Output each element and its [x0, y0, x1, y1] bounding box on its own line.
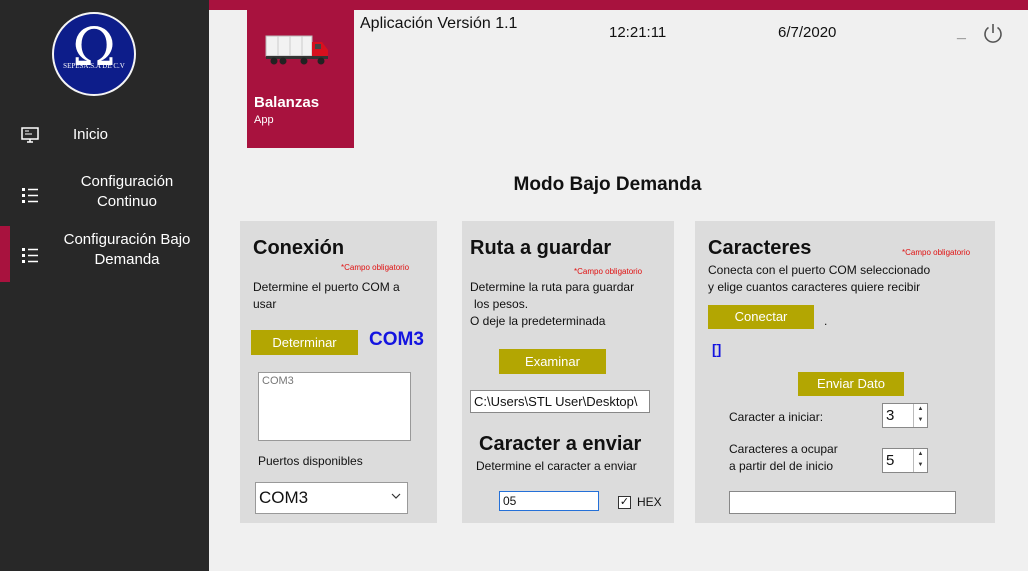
panel-caracteres: Caracteres *Campo obligatorio Conecta co… [695, 221, 995, 523]
hex-label: HEX [637, 495, 662, 509]
page-title: Modo Bajo Demanda [513, 174, 702, 195]
stepper-arrows[interactable]: ▲ ▼ [913, 404, 927, 427]
clock: 12:21:11 [609, 24, 667, 41]
company-logo: Ω SEPESA.S.A DE C.V [52, 12, 136, 96]
minimize-button[interactable]: _ [957, 24, 971, 44]
char-count-label-line: a partir del de inicio [729, 459, 834, 473]
list-icon [22, 248, 38, 263]
logo-text: SEPESA.S.A DE C.V [63, 62, 125, 70]
app-version: Aplicación Versión 1.1 [360, 15, 518, 32]
monitor-icon [21, 127, 39, 143]
app-subtitle: App [254, 114, 274, 126]
determinar-button[interactable]: Determinar [251, 330, 358, 355]
caracteres-description: Conecta con el puerto COM seleccionado y… [708, 262, 993, 296]
conectar-button[interactable]: Conectar [708, 305, 814, 329]
caracter-description: Determine el caracter a enviar [476, 459, 637, 473]
date: 6/7/2020 [778, 24, 837, 41]
enviar-dato-button[interactable]: Enviar Dato [798, 372, 904, 396]
conexion-description: Determine el puerto COM a usar [253, 280, 400, 311]
ports-label: Puertos disponibles [258, 454, 363, 468]
required-note: *Campo obligatorio [574, 267, 643, 276]
port-select[interactable]: COM3 [255, 482, 408, 514]
ruta-heading: Ruta a guardar [470, 237, 612, 259]
connection-status: . [824, 314, 828, 328]
com-port-indicator: COM3 [369, 329, 424, 350]
start-char-stepper[interactable]: 3 ▲ ▼ [882, 403, 928, 428]
ruta-description-line: los pesos. [474, 297, 529, 311]
sidebar-item-label: Inicio [73, 126, 109, 143]
char-count-label: Caracteres a ocupar a partir del de inic… [729, 441, 838, 475]
char-count-label-line: Caracteres a ocupar [729, 442, 838, 456]
conexion-heading: Conexión [253, 237, 345, 259]
required-note: *Campo obligatorio [341, 263, 410, 272]
received-value: [] [712, 341, 722, 357]
caracter-input[interactable]: 05 [499, 491, 599, 511]
list-item[interactable]: COM3 [262, 375, 407, 387]
panel-conexion: Conexión *Campo obligatorio Determine el… [240, 221, 437, 523]
sidebar-item-inicio[interactable]: Inicio [0, 122, 209, 152]
chevron-down-icon [391, 493, 401, 499]
caracteres-description-line: Conecta con el puerto COM seleccionado [708, 263, 931, 277]
required-note: *Campo obligatorio [902, 248, 971, 257]
app-tile: Balanzas App [247, 10, 354, 148]
app-name: Balanzas [254, 94, 320, 111]
start-char-value: 3 [886, 407, 895, 424]
sidebar-item-configuracion-bajo-demanda[interactable]: Configuración Bajo Demanda [0, 226, 209, 282]
caracteres-description-line: y elige cuantos caracteres quiere recibi… [708, 280, 921, 294]
sidebar-item-configuracion-continuo[interactable]: Configuración Continuo [0, 172, 209, 220]
ruta-description: Determine la ruta para guardar los pesos… [470, 279, 670, 330]
examinar-button[interactable]: Examinar [499, 349, 606, 374]
port-select-value: COM3 [259, 488, 309, 507]
sidebar-item-label: Configuración Continuo [80, 173, 174, 210]
sidebar: Ω SEPESA.S.A DE C.V Inicio Configuración… [0, 0, 209, 571]
char-count-value: 5 [886, 452, 895, 469]
stepper-arrows[interactable]: ▲ ▼ [913, 449, 927, 472]
top-accent-bar [209, 0, 1028, 10]
start-char-label: Caracter a iniciar: [729, 410, 824, 424]
char-count-stepper[interactable]: 5 ▲ ▼ [882, 448, 928, 473]
output-field[interactable] [729, 491, 956, 514]
ruta-description-line: O deje la predeterminada [470, 314, 606, 328]
panel-ruta: Ruta a guardar *Campo obligatorio Determ… [462, 221, 674, 523]
ruta-description-line: Determine la ruta para guardar [470, 280, 635, 294]
hex-checkbox[interactable]: ✓ [618, 496, 631, 509]
list-icon [22, 188, 38, 203]
active-indicator [0, 226, 10, 282]
sidebar-item-label: Configuración Bajo Demanda [63, 231, 191, 268]
caracter-heading: Caracter a enviar [479, 433, 642, 455]
path-input[interactable]: C:\Users\STL User\Desktop\ [470, 390, 650, 413]
power-icon[interactable] [982, 22, 1004, 44]
caracteres-heading: Caracteres [708, 237, 812, 259]
truck-icon [265, 35, 328, 65]
ports-listbox[interactable]: COM3 [258, 372, 411, 441]
